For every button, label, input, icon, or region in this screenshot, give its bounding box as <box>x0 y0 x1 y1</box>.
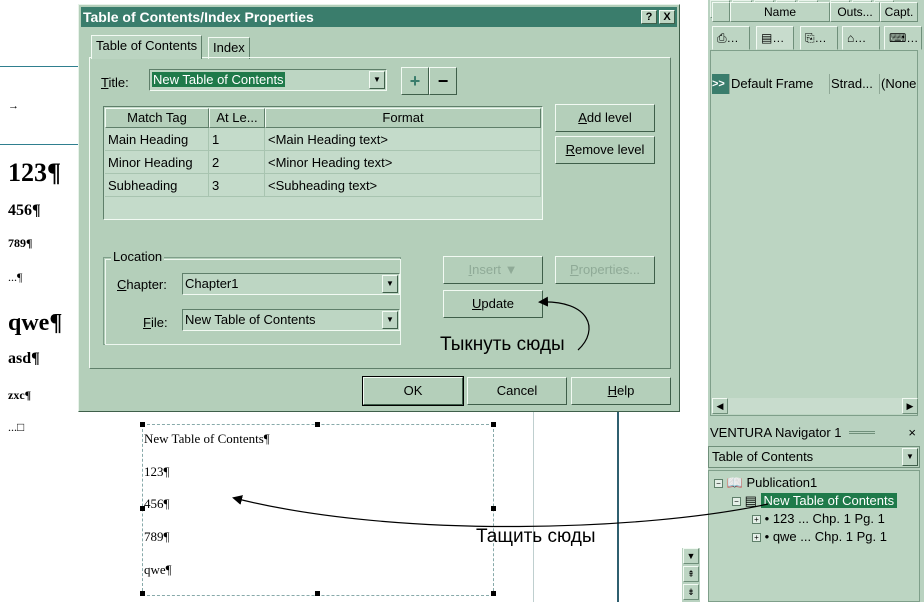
click-arrow <box>538 296 590 351</box>
annotation-arrows <box>232 296 769 528</box>
tab-table-of-contents[interactable]: Table of Contents <box>91 35 203 59</box>
drag-arrow <box>232 495 769 528</box>
